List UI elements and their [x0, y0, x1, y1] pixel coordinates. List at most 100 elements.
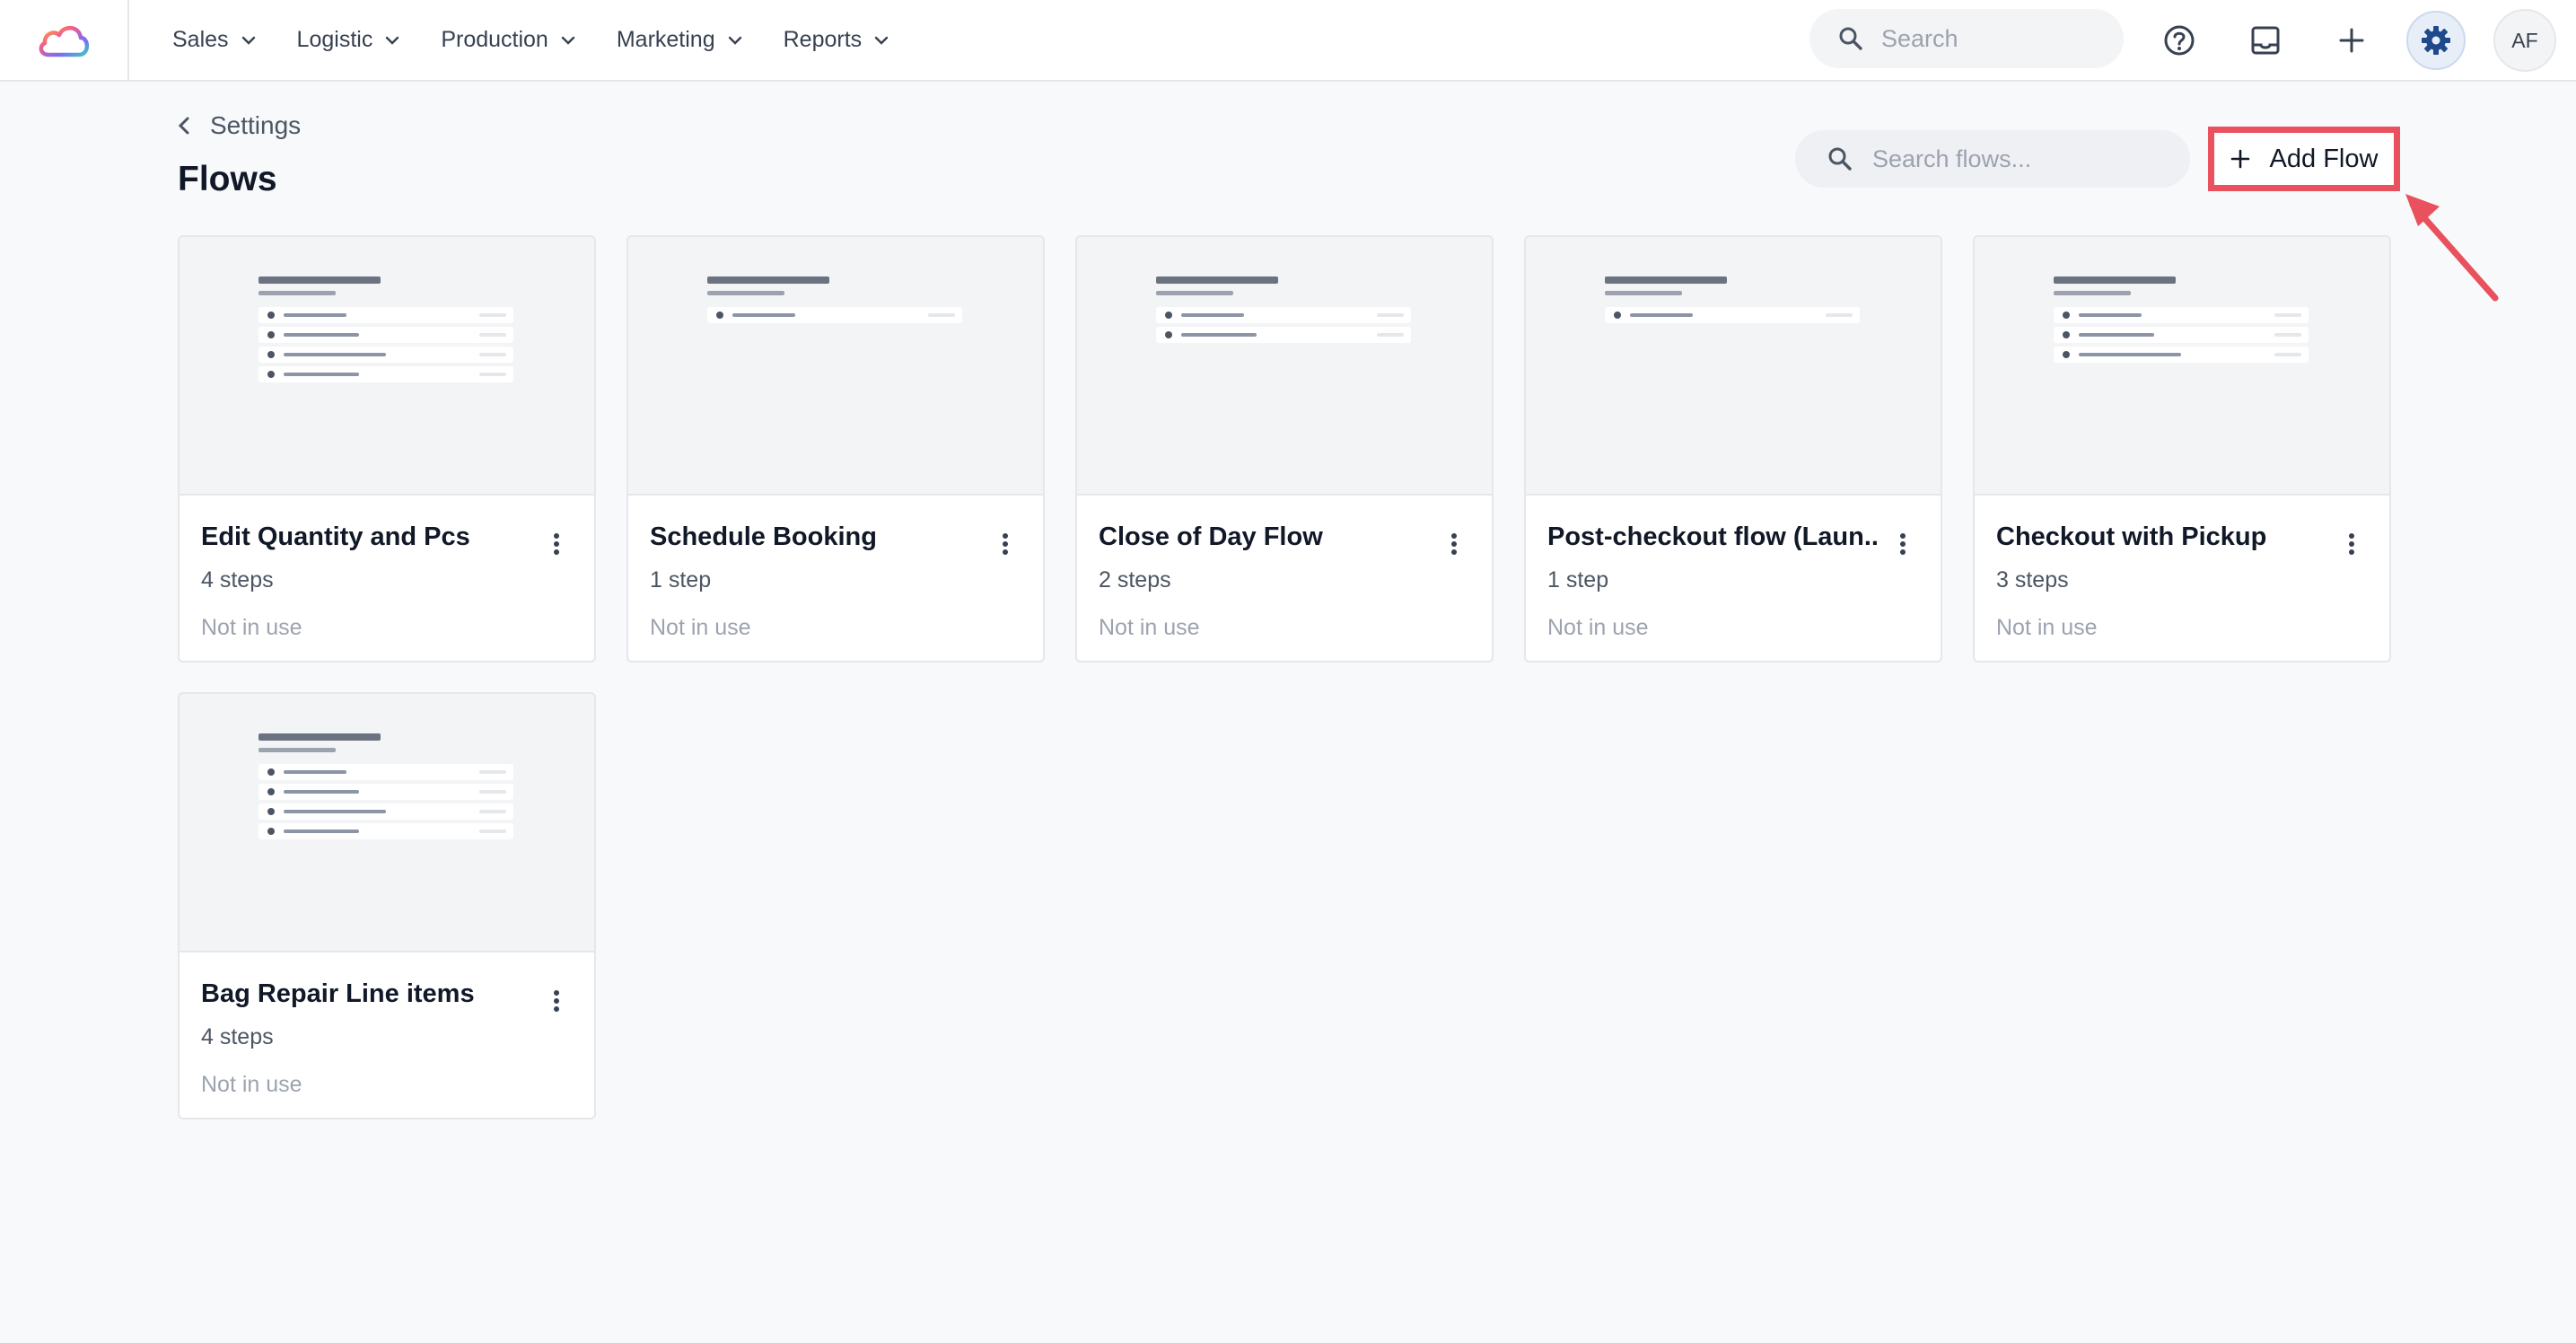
- nav-label: Production: [441, 27, 548, 52]
- preview-step-label-bar: [2079, 333, 2154, 337]
- flow-steps: 3 steps: [1996, 567, 2069, 592]
- flow-status: Not in use: [201, 615, 302, 640]
- top-navigation-bar: Sales Logistic Production Marketing Repo…: [0, 0, 2576, 82]
- inbox-button[interactable]: [2236, 11, 2295, 70]
- preview-title-bar: [1605, 276, 1727, 284]
- chevron-left-icon: [178, 116, 190, 136]
- preview-step-meta-bar: [479, 810, 506, 813]
- chevron-down-icon: [241, 36, 256, 45]
- preview-subtitle-bar: [2054, 291, 2131, 295]
- more-options-button[interactable]: [1436, 524, 1472, 564]
- flow-card[interactable]: Bag Repair Line items 4 steps Not in use: [178, 692, 596, 1119]
- preview-step-meta-bar: [2274, 333, 2301, 337]
- flow-card[interactable]: Post-checkout flow (Laun... 1 step Not i…: [1524, 235, 1942, 663]
- more-options-button[interactable]: [1885, 524, 1921, 564]
- flow-card[interactable]: Close of Day Flow 2 steps Not in use: [1075, 235, 1494, 663]
- nav-reports[interactable]: Reports: [784, 27, 889, 53]
- preview-step-label-bar: [284, 770, 346, 774]
- preview-step-label-bar: [284, 373, 359, 376]
- flow-steps: 4 steps: [201, 567, 274, 592]
- chevron-down-icon: [728, 36, 742, 45]
- global-search[interactable]: [1809, 9, 2124, 68]
- preview-step-label-bar: [284, 353, 386, 356]
- preview-step-dot: [267, 788, 275, 795]
- flow-name: Close of Day Flow: [1099, 522, 1323, 551]
- flow-search[interactable]: [1795, 130, 2190, 188]
- preview-step-label-bar: [284, 830, 359, 833]
- flow-card[interactable]: Schedule Booking 1 step Not in use: [626, 235, 1045, 663]
- preview-step-meta-bar: [479, 333, 506, 337]
- add-flow-button[interactable]: Add Flow: [2208, 127, 2400, 191]
- avatar[interactable]: AF: [2493, 9, 2556, 72]
- preview-title-bar: [707, 276, 829, 284]
- flow-steps: 1 step: [650, 567, 712, 592]
- flow-name: Schedule Booking: [650, 522, 877, 551]
- preview-step-dot: [1165, 312, 1172, 319]
- preview-step-label-bar: [1181, 333, 1257, 337]
- nav-label: Sales: [172, 27, 229, 52]
- more-options-button[interactable]: [539, 981, 574, 1021]
- flow-steps: 2 steps: [1099, 567, 1171, 592]
- preview-step-dot: [267, 371, 275, 378]
- annotation-arrow-icon: [2405, 194, 2499, 302]
- nav-marketing[interactable]: Marketing: [617, 27, 742, 53]
- more-options-button[interactable]: [539, 524, 574, 564]
- preview-step-meta-bar: [928, 313, 955, 317]
- flow-steps: 1 step: [1547, 567, 1609, 592]
- add-flow-label: Add Flow: [2269, 144, 2379, 173]
- more-vertical-icon: [1900, 533, 1906, 555]
- flow-preview-thumbnail: [180, 237, 594, 496]
- more-vertical-icon: [554, 990, 559, 1012]
- logo[interactable]: [0, 0, 129, 80]
- nav-label: Reports: [783, 27, 863, 52]
- preview-step-label-bar: [1630, 313, 1693, 317]
- preview-step-dot: [2063, 312, 2070, 319]
- breadcrumb-back-settings[interactable]: Settings: [178, 111, 301, 140]
- nav-production[interactable]: Production: [441, 27, 575, 53]
- more-options-button[interactable]: [2334, 524, 2370, 564]
- preview-title-bar: [258, 276, 381, 284]
- preview-subtitle-bar: [258, 291, 336, 295]
- nav-label: Logistic: [296, 27, 373, 52]
- settings-button[interactable]: [2406, 11, 2466, 70]
- more-options-button[interactable]: [987, 524, 1023, 564]
- search-icon: [1828, 147, 1852, 171]
- flow-preview-thumbnail: [628, 237, 1043, 496]
- preview-step-meta-bar: [479, 373, 506, 376]
- preview-title-bar: [2054, 276, 2176, 284]
- flow-status: Not in use: [650, 615, 751, 640]
- flow-status: Not in use: [1099, 615, 1200, 640]
- preview-step-label-bar: [2079, 313, 2142, 317]
- flow-steps: 4 steps: [201, 1024, 274, 1049]
- preview-step-label-bar: [284, 313, 346, 317]
- search-icon: [1839, 27, 1862, 50]
- more-vertical-icon: [554, 533, 559, 555]
- inbox-icon: [2251, 26, 2280, 55]
- preview-step-meta-bar: [1377, 313, 1404, 317]
- preview-step-meta-bar: [479, 790, 506, 794]
- preview-step-dot: [267, 331, 275, 338]
- preview-step-meta-bar: [1377, 333, 1404, 337]
- nav-sales[interactable]: Sales: [172, 27, 256, 53]
- global-search-input[interactable]: [1881, 24, 2097, 53]
- chevron-down-icon: [561, 36, 575, 45]
- breadcrumb-label: Settings: [210, 111, 302, 139]
- help-button[interactable]: [2150, 11, 2209, 70]
- avatar-initials: AF: [2511, 28, 2538, 52]
- chevron-down-icon: [385, 36, 399, 45]
- create-button[interactable]: [2322, 11, 2381, 70]
- flow-card[interactable]: Checkout with Pickup 3 steps Not in use: [1973, 235, 2391, 663]
- flow-preview-thumbnail: [1077, 237, 1492, 496]
- plus-icon: [2339, 28, 2364, 53]
- preview-step-meta-bar: [479, 313, 506, 317]
- flow-preview-thumbnail: [1526, 237, 1941, 496]
- preview-step-dot: [716, 312, 723, 319]
- more-vertical-icon: [1003, 533, 1008, 555]
- flow-search-input[interactable]: [1872, 145, 2169, 173]
- preview-step-meta-bar: [479, 353, 506, 356]
- nav-logistic[interactable]: Logistic: [297, 27, 400, 53]
- chevron-down-icon: [874, 36, 889, 45]
- preview-title-bar: [1156, 276, 1278, 284]
- preview-step-dot: [1614, 312, 1621, 319]
- flow-card[interactable]: Edit Quantity and Pcs 4 steps Not in use: [178, 235, 596, 663]
